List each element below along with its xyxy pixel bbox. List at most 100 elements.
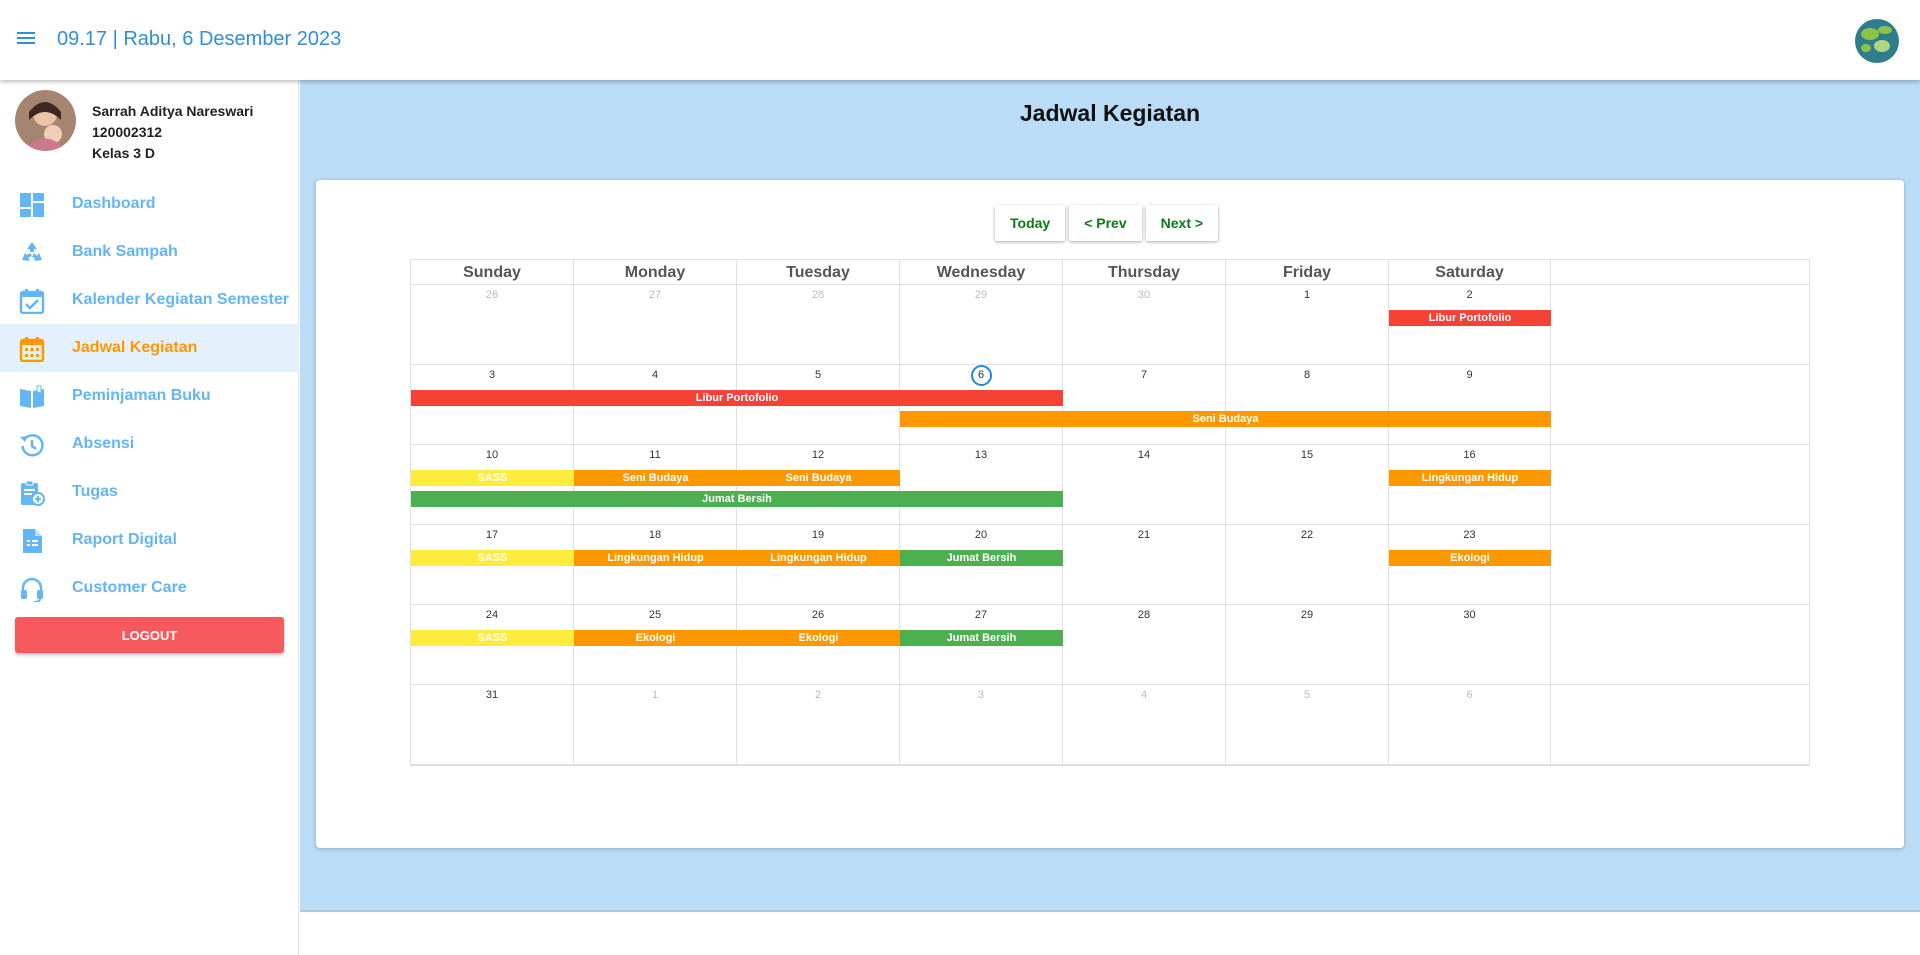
date-number: 12 xyxy=(811,449,825,461)
calendar-day-cell[interactable]: 30 xyxy=(1063,285,1226,365)
date-number: 8 xyxy=(1303,369,1311,381)
today-date-number: 6 xyxy=(900,365,1062,386)
calendar-day-cell[interactable]: 5 xyxy=(1226,685,1389,765)
calendar-day-cell[interactable]: 28 xyxy=(1063,605,1226,685)
calendar-day-cell[interactable]: 2 xyxy=(737,685,900,765)
calendar-event[interactable]: Lingkungan Hidup xyxy=(1389,470,1551,486)
calendar-event[interactable]: Lingkungan Hidup xyxy=(574,550,737,566)
sidebar-item-dashboard[interactable]: Dashboard xyxy=(0,180,299,228)
calendar-day-cell[interactable]: 3 xyxy=(900,685,1063,765)
date-number: 28 xyxy=(811,289,825,301)
sidebar-item-label: Jadwal Kegiatan xyxy=(72,339,198,356)
calendar-day-cell[interactable]: 1 xyxy=(574,685,737,765)
calendar-day-cell[interactable]: 6 xyxy=(1389,685,1551,765)
calendar-weekday-header: Sunday Monday Tuesday Wednesday Thursday Frid… xyxy=(411,260,1809,285)
datetime-display: 09.17 | Rabu, 6 Desember 2023 xyxy=(57,28,342,50)
calendar-day-cell[interactable]: 13 xyxy=(900,445,1063,525)
hamburger-menu-icon[interactable] xyxy=(17,29,39,51)
calendar-event[interactable]: Jumat Bersih xyxy=(900,550,1063,566)
date-number: 2 xyxy=(814,689,822,701)
calendar-day-cell[interactable]: 29 xyxy=(900,285,1063,365)
date-number: 30 xyxy=(1137,289,1151,301)
date-number: 26 xyxy=(485,289,499,301)
calendar-event[interactable]: Ekologi xyxy=(574,630,737,646)
calendar-day-cell[interactable]: 27 xyxy=(574,285,737,365)
date-number: 20 xyxy=(974,529,988,541)
calendar-event[interactable]: SASS xyxy=(411,470,574,486)
page-title: Jadwal Kegiatan xyxy=(1019,100,1201,126)
calendar-day-cell[interactable]: 9 xyxy=(1389,365,1551,445)
next-button[interactable]: Next > xyxy=(1145,205,1219,241)
date-number: 14 xyxy=(1137,449,1151,461)
calendar-event[interactable]: Libur Portofolio xyxy=(411,390,1063,406)
calendar-event[interactable]: Ekologi xyxy=(737,630,900,646)
sidebar-item-label: Raport Digital xyxy=(72,531,177,548)
calendar-event[interactable]: Lingkungan Hidup xyxy=(737,550,900,566)
calendar-day-cell[interactable]: 15 xyxy=(1226,445,1389,525)
calendar-nav: Today < Prev Next > xyxy=(995,205,1219,241)
calendar-grid-icon xyxy=(19,337,45,362)
calendar-event[interactable]: Ekologi xyxy=(1389,550,1551,566)
calendar-event[interactable]: SASS xyxy=(411,550,574,566)
calendar-event[interactable]: Seni Budaya xyxy=(900,411,1551,427)
calendar-day-cell[interactable]: 7 xyxy=(1063,365,1226,445)
calendar-event[interactable]: Libur Portofolio xyxy=(1389,310,1551,326)
sidebar-item-customer-care[interactable]: Customer Care xyxy=(0,564,299,612)
date-number: 23 xyxy=(1463,529,1476,541)
date-number: 27 xyxy=(974,609,988,621)
calendar-event[interactable]: Seni Budaya xyxy=(574,470,737,486)
calendar-day-cell[interactable]: 4 xyxy=(1063,685,1226,765)
calendar-day-cell[interactable]: 1 xyxy=(1226,285,1389,365)
book-icon xyxy=(20,385,44,408)
logout-button[interactable]: LOGOUT xyxy=(15,617,284,653)
date-number: 1 xyxy=(651,689,659,701)
sidebar-item-bank-sampah[interactable]: Bank Sampah xyxy=(0,228,299,276)
month-calendar: Sunday Monday Tuesday Wednesday Thursday Frid… xyxy=(410,259,1810,766)
date-number: 4 xyxy=(1140,689,1148,701)
sidebar-item-absensi[interactable]: Absensi xyxy=(0,420,299,468)
date-number: 6 xyxy=(1466,689,1473,701)
date-number: 16 xyxy=(1463,449,1476,461)
calendar-event[interactable]: Jumat Bersih xyxy=(411,491,1063,507)
avatar xyxy=(15,90,76,151)
calendar-week-row: 26 27 28 29 30 1 2 xyxy=(411,285,1809,365)
sidebar-item-tugas[interactable]: Tugas xyxy=(0,468,299,516)
date-number: 25 xyxy=(648,609,662,621)
date-number: 2 xyxy=(1466,289,1473,301)
calendar-day-cell[interactable]: 29 xyxy=(1226,605,1389,685)
calendar-day-cell[interactable]: 30 xyxy=(1389,605,1551,685)
date-number: 13 xyxy=(974,449,988,461)
date-number: 7 xyxy=(1140,369,1148,381)
date-number: 5 xyxy=(1303,689,1311,701)
calendar-day-cell[interactable]: 26 xyxy=(411,285,574,365)
date-number: 29 xyxy=(974,289,988,301)
date-number: 15 xyxy=(1300,449,1314,461)
sidebar-item-raport[interactable]: Raport Digital xyxy=(0,516,299,564)
calendar-day-cell[interactable]: 14 xyxy=(1063,445,1226,525)
top-app-bar: 09.17 | Rabu, 6 Desember 2023 xyxy=(0,0,1920,80)
prev-button[interactable]: < Prev xyxy=(1069,205,1142,241)
calendar-day-cell[interactable]: 31 xyxy=(411,685,574,765)
calendar-event[interactable]: SASS xyxy=(411,630,574,646)
calendar-event[interactable]: Seni Budaya xyxy=(737,470,900,486)
date-number: 19 xyxy=(811,529,825,541)
date-number: 9 xyxy=(1466,369,1473,381)
calendar-day-cell[interactable]: 22 xyxy=(1226,525,1389,605)
calendar-day-cell[interactable]: 21 xyxy=(1063,525,1226,605)
date-number: 11 xyxy=(649,449,661,461)
calendar-day-cell[interactable]: 28 xyxy=(737,285,900,365)
sidebar-item-peminjaman[interactable]: Peminjaman Buku xyxy=(0,372,299,420)
calendar-day-cell[interactable]: 8 xyxy=(1226,365,1389,445)
date-number: 31 xyxy=(485,689,499,701)
headset-icon xyxy=(21,577,43,602)
sidebar-item-jadwal[interactable]: Jadwal Kegiatan xyxy=(0,324,299,372)
date-number: 28 xyxy=(1137,609,1151,621)
sidebar-item-kalender[interactable]: Kalender Kegiatan Semester xyxy=(0,276,299,324)
calendar-check-icon xyxy=(19,289,45,314)
today-button[interactable]: Today xyxy=(995,205,1066,241)
calendar-event[interactable]: Jumat Bersih xyxy=(900,630,1063,646)
sidebar-item-label: Absensi xyxy=(72,435,135,452)
sidebar-item-label: Kalender Kegiatan Semester xyxy=(72,291,289,308)
recycle-icon xyxy=(22,242,42,261)
calendar-card: Today < Prev Next > Sunday Monday Tuesday W… xyxy=(316,180,1904,848)
